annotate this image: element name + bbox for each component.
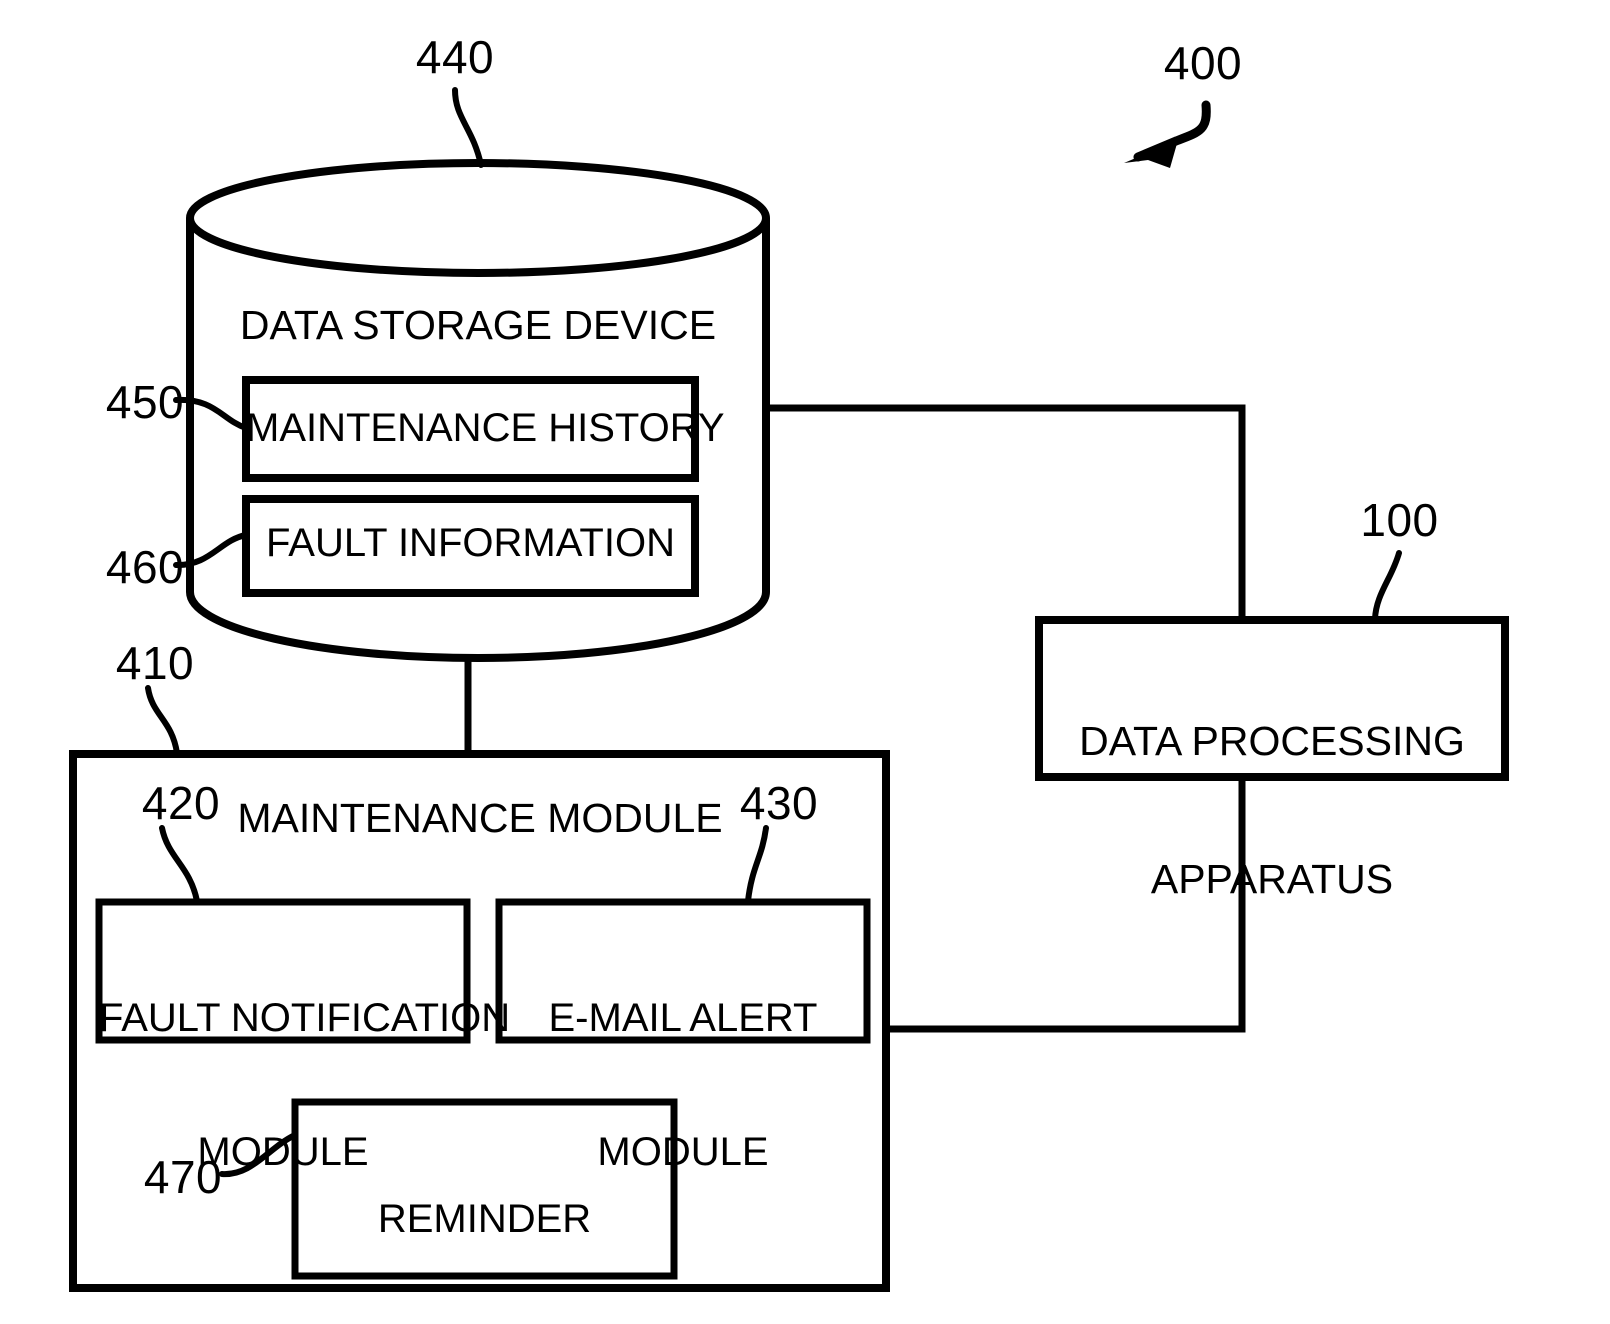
data-processing-apparatus-label-line1: DATA PROCESSING [1079,717,1465,764]
patent-figure-canvas: 400 440 DATA STORAGE DEVICE 450 MAINTENA… [0,0,1610,1324]
ref-460-fault-information: 460 [105,541,185,593]
figure-reference-arrow-400 [1124,100,1211,168]
ref-450-maintenance-history: 450 [105,376,185,428]
data-processing-apparatus-label: DATA PROCESSING APPARATUS [1039,627,1505,994]
email-alert-module-label-line1: E-MAIL ALERT [548,995,818,1040]
maintenance-module-label: MAINTENANCE MODULE [237,795,723,841]
fault-information-label: FAULT INFORMATION [266,521,675,565]
leader-440 [452,87,484,168]
ref-420-fault-notification-module: 420 [141,777,221,829]
fault-notification-module-label-line1: FAULT NOTIFICATION [99,995,511,1040]
cylinder-top-ellipse [186,159,770,277]
data-storage-device-label: DATA STORAGE DEVICE [239,302,717,348]
ref-430-email-alert-module: 430 [739,777,819,829]
ref-410-maintenance-module: 410 [115,637,195,689]
connector-storage-to-dpa [765,404,1246,620]
ref-100-data-processing-apparatus: 100 [1360,494,1439,546]
leader-410 [145,685,180,756]
ref-470-reminder-module: 470 [143,1151,223,1203]
reminder-module-label-line1: REMINDER [377,1196,592,1241]
maintenance-history-label: MAINTENANCE HISTORY [246,406,725,450]
leader-100 [1372,550,1402,622]
ref-440-data-storage-device: 440 [415,31,495,83]
figure-reference-400: 400 [1163,37,1243,89]
reminder-module-label: REMINDER MODULE [295,1107,674,1324]
data-processing-apparatus-label-line2: APPARATUS [1150,855,1394,902]
